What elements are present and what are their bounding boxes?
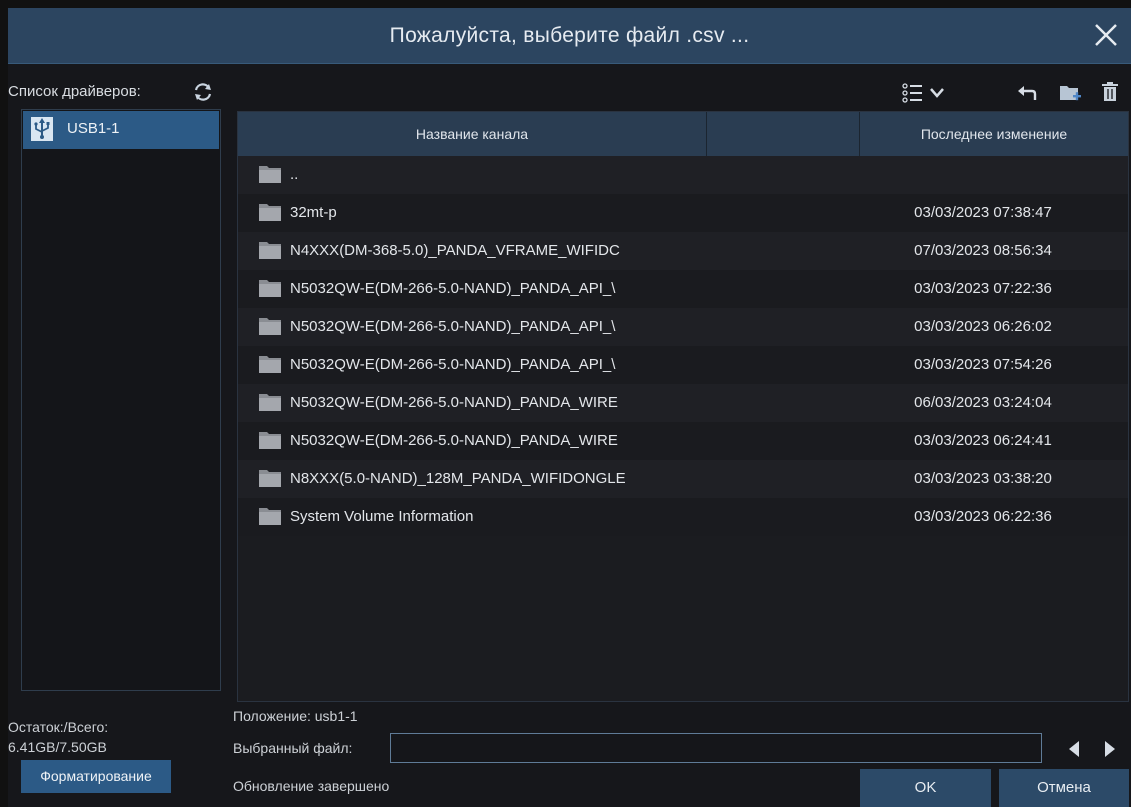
- space-label: Остаток:/Всего:: [8, 719, 109, 735]
- back-arrow-icon[interactable]: [1017, 84, 1037, 102]
- selected-file-input[interactable]: [390, 733, 1042, 763]
- status-text: Обновление завершено: [233, 778, 390, 794]
- table-row[interactable]: N8XXX(5.0-NAND)_128M_PANDA_WIFIDONGLE 03/…: [238, 460, 1128, 498]
- table-row[interactable]: N5032QW-E(DM-266-5.0-NAND)_PANDA_API_\ 03…: [238, 346, 1128, 384]
- column-header-middle[interactable]: [707, 112, 859, 156]
- file-modified: 03/03/2023 06:22:36: [914, 508, 1052, 525]
- folder-icon: [258, 164, 282, 184]
- file-modified: 07/03/2023 08:56:34: [914, 242, 1052, 259]
- table-row[interactable]: 32mt-p 03/03/2023 07:38:47: [238, 194, 1128, 232]
- file-select-dialog: Пожалуйста, выберите файл .csv ... Списо…: [8, 8, 1131, 807]
- arrow-right-icon[interactable]: [1097, 736, 1123, 762]
- file-name: N4XXX(DM-368-5.0)_PANDA_VFRAME_WIFIDC: [290, 242, 620, 259]
- file-modified: 03/03/2023 07:22:36: [914, 280, 1052, 297]
- format-button[interactable]: Форматирование: [21, 760, 171, 793]
- table-row[interactable]: N5032QW-E(DM-266-5.0-NAND)_PANDA_WIRE 03/…: [238, 422, 1128, 460]
- cancel-button[interactable]: Отмена: [999, 769, 1129, 807]
- refresh-icon[interactable]: [192, 81, 214, 103]
- column-header-modified[interactable]: Последнее изменение: [860, 112, 1128, 156]
- folder-icon: [258, 316, 282, 336]
- file-modified: 03/03/2023 07:38:47: [914, 204, 1052, 221]
- table-row[interactable]: System Volume Information 03/03/2023 06:2…: [238, 498, 1128, 536]
- file-name: 32mt-p: [290, 204, 337, 221]
- folder-icon: [258, 278, 282, 298]
- folder-icon: [258, 392, 282, 412]
- drivers-list: USB1-1: [21, 109, 221, 691]
- file-name: N5032QW-E(DM-266-5.0-NAND)_PANDA_API_\: [290, 318, 616, 335]
- table-row[interactable]: N4XXX(DM-368-5.0)_PANDA_VFRAME_WIFIDC 07/…: [238, 232, 1128, 270]
- file-name: N8XXX(5.0-NAND)_128M_PANDA_WIFIDONGLE: [290, 470, 626, 487]
- list-view-icon[interactable]: [902, 81, 924, 105]
- folder-icon: [258, 240, 282, 260]
- folder-icon: [258, 202, 282, 222]
- column-header-name[interactable]: Название канала: [238, 112, 706, 156]
- space-value: 6.41GB/7.50GB: [8, 739, 107, 755]
- folder-icon: [258, 468, 282, 488]
- file-name: N5032QW-E(DM-266-5.0-NAND)_PANDA_WIRE: [290, 432, 618, 449]
- file-modified: 06/03/2023 03:24:04: [914, 394, 1052, 411]
- close-icon[interactable]: [1088, 17, 1124, 53]
- driver-item-usb1-1[interactable]: USB1-1: [23, 111, 219, 149]
- table-row[interactable]: N5032QW-E(DM-266-5.0-NAND)_PANDA_API_\ 03…: [238, 270, 1128, 308]
- table-row[interactable]: ..: [238, 156, 1128, 194]
- file-name: N5032QW-E(DM-266-5.0-NAND)_PANDA_WIRE: [290, 394, 618, 411]
- file-name: ..: [290, 166, 299, 183]
- file-modified: 03/03/2023 07:54:26: [914, 356, 1052, 373]
- arrow-left-icon[interactable]: [1061, 736, 1087, 762]
- trash-icon[interactable]: [1101, 81, 1119, 103]
- driver-name: USB1-1: [67, 120, 120, 137]
- dialog-title: Пожалуйста, выберите файл .csv ...: [389, 24, 750, 47]
- table-row[interactable]: N5032QW-E(DM-266-5.0-NAND)_PANDA_WIRE 06/…: [238, 384, 1128, 422]
- file-list-panel: Название канала Последнее изменение .. 32…: [237, 111, 1129, 702]
- file-name: N5032QW-E(DM-266-5.0-NAND)_PANDA_API_\: [290, 356, 616, 373]
- ok-button[interactable]: OK: [860, 769, 991, 807]
- drivers-label: Список драйверов:: [8, 83, 141, 100]
- table-row[interactable]: N5032QW-E(DM-266-5.0-NAND)_PANDA_API_\ 03…: [238, 308, 1128, 346]
- file-list-header: Название канала Последнее изменение: [238, 112, 1128, 156]
- title-bar: Пожалуйста, выберите файл .csv ...: [8, 8, 1131, 64]
- usb-icon: [31, 117, 53, 141]
- file-name: System Volume Information: [290, 508, 474, 525]
- file-name: N5032QW-E(DM-266-5.0-NAND)_PANDA_API_\: [290, 280, 616, 297]
- file-modified: 03/03/2023 06:24:41: [914, 432, 1052, 449]
- new-folder-icon[interactable]: [1059, 82, 1081, 104]
- selected-file-label: Выбранный файл:: [233, 740, 353, 756]
- location-label: Положение: usb1-1: [233, 708, 358, 724]
- folder-icon: [258, 430, 282, 450]
- file-modified: 03/03/2023 03:38:20: [914, 470, 1052, 487]
- folder-icon: [258, 506, 282, 526]
- file-modified: 03/03/2023 06:26:02: [914, 318, 1052, 335]
- folder-icon: [258, 354, 282, 374]
- chevron-down-icon[interactable]: [929, 86, 945, 100]
